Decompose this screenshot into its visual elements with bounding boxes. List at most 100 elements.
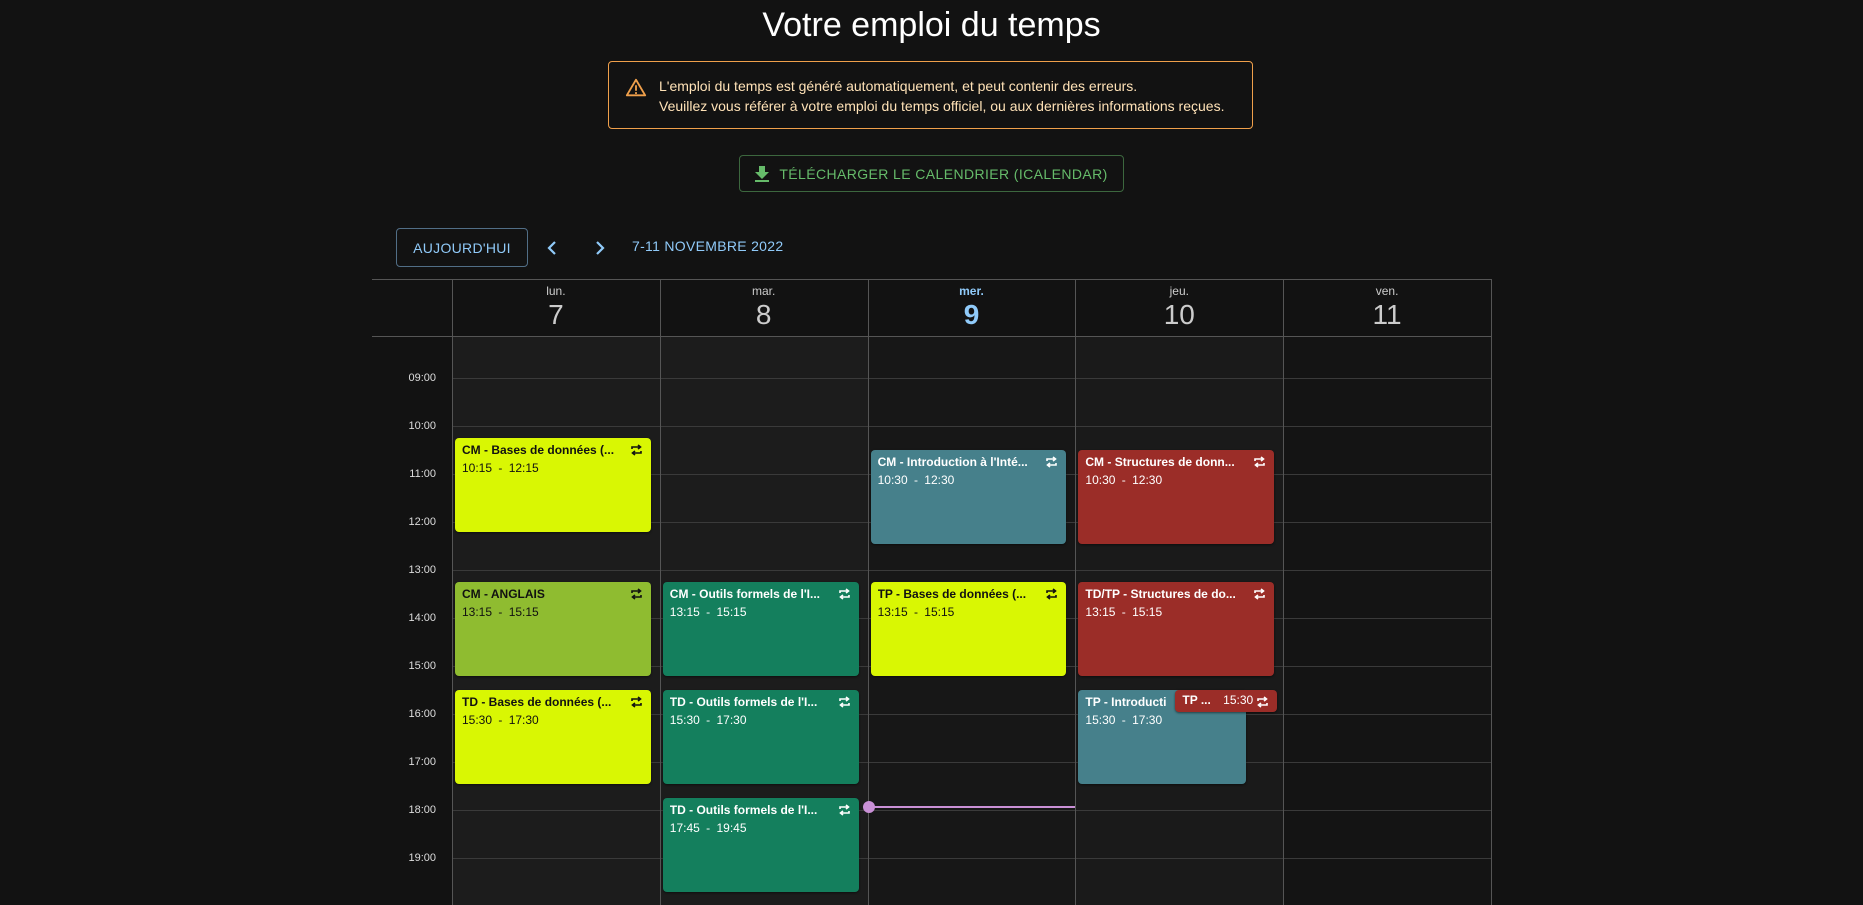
event-end: 17:30	[716, 713, 747, 727]
event-title: TD - Outils formels de l'I...	[669, 695, 818, 709]
course-event[interactable]: TD - Bases de données (... 15:30 - 17:30	[455, 690, 651, 784]
day-name: ven.	[1375, 284, 1399, 298]
hour-label: 14:00	[408, 612, 436, 624]
chevron-left-icon	[547, 241, 556, 255]
event-title: CM - ANGLAIS	[462, 587, 545, 601]
repeat-icon	[838, 696, 850, 708]
hour-gridline	[452, 570, 1492, 571]
hour-label: 12:00	[408, 516, 436, 528]
repeat-icon	[1257, 696, 1268, 708]
today-button[interactable]: AUJOURD'HUI	[396, 228, 528, 267]
event-title: TP - Bases de données (...	[877, 587, 1027, 601]
warning-icon	[625, 78, 647, 97]
course-event[interactable]: CM - Bases de données (... 10:15 - 12:15	[455, 438, 651, 532]
event-time: 10:15 - 12:15	[462, 461, 644, 475]
repeat-icon	[1254, 588, 1265, 600]
hour-gridline	[452, 378, 1492, 379]
repeat-icon	[1046, 456, 1058, 468]
event-end: 15:15	[924, 605, 955, 619]
event-start: 13:15	[462, 605, 493, 619]
current-time-dot	[862, 801, 875, 813]
hour-label: 10:00	[408, 420, 436, 432]
event-time: 15:30 - 17:30	[462, 713, 644, 727]
day-date: 11	[1372, 299, 1402, 330]
repeat-icon	[838, 804, 850, 816]
repeat-icon	[838, 588, 850, 600]
event-end: 15:15	[716, 605, 747, 619]
event-title: CM - Bases de données (...	[462, 443, 615, 457]
time-separator: -	[699, 605, 717, 619]
event-time: 15:30 - 17:30	[1085, 713, 1239, 727]
event-time: 15:30 - 17:30	[670, 713, 852, 727]
next-week-button[interactable]	[584, 232, 616, 264]
hour-label: 17:00	[408, 756, 436, 768]
repeat-icon	[1046, 588, 1058, 600]
hour-label: 11:00	[409, 468, 436, 480]
event-time: 13:15 - 15:15	[1085, 605, 1267, 619]
event-time: 10:30 - 12:30	[878, 473, 1060, 487]
day-name: mer.	[959, 284, 984, 298]
course-event[interactable]: CM - Structures de donn... 10:30 - 12:30	[1078, 450, 1275, 544]
event-start: 15:30	[1085, 713, 1116, 727]
day-header[interactable]: mer. 9	[868, 279, 1076, 331]
column-separator	[659, 279, 661, 905]
repeat-icon	[1254, 456, 1265, 468]
time-separator: -	[1115, 605, 1133, 619]
day-name: lun.	[546, 284, 566, 298]
previous-week-button[interactable]	[536, 232, 568, 264]
time-separator: -	[699, 821, 717, 835]
event-title: TD - Outils formels de l'I...	[669, 803, 818, 817]
time-separator: -	[1115, 713, 1133, 727]
week-calendar: lun. 7 mar. 8 mer. 9 jeu. 10 ven. 11 09:00 10:00 11:…	[372, 279, 1492, 905]
course-event[interactable]: TD - Outils formels de l'I... 17:45 - 19:…	[662, 798, 859, 892]
event-time: 13:15 - 15:15	[462, 605, 644, 619]
time-separator: -	[492, 461, 509, 475]
time-separator: -	[907, 605, 925, 619]
day-date: 7	[548, 299, 564, 330]
course-event[interactable]: CM - Outils formels de l'I... 13:15 - 15:…	[662, 582, 859, 676]
event-start: 15:30	[462, 713, 493, 727]
event-end: 15:15	[508, 605, 539, 619]
course-event[interactable]: TP ... 15:30	[1175, 690, 1278, 712]
column-separator	[1491, 279, 1492, 905]
course-event[interactable]: TP - Bases de données (... 13:15 - 15:15	[870, 582, 1067, 676]
hour-label: 09:00	[408, 372, 436, 384]
event-start: 10:15	[462, 461, 493, 475]
course-event[interactable]: TD/TP - Structures de do... 13:15 - 15:15	[1078, 582, 1275, 676]
time-separator: -	[492, 713, 509, 727]
day-header[interactable]: mar. 8	[660, 279, 868, 331]
event-start: 17:45	[669, 821, 700, 835]
column-separator	[1075, 279, 1077, 905]
day-header[interactable]: ven. 11	[1283, 279, 1491, 331]
download-icon	[755, 165, 770, 182]
day-header[interactable]: jeu. 10	[1075, 279, 1283, 331]
hour-gridline	[452, 426, 1492, 427]
header-bottom-border	[372, 336, 1492, 337]
course-event[interactable]: CM - ANGLAIS 13:15 - 15:15	[455, 582, 651, 676]
day-header[interactable]: lun. 7	[452, 279, 660, 331]
event-start: 13:15	[1085, 605, 1116, 619]
course-event[interactable]: TD - Outils formels de l'I... 15:30 - 17:…	[662, 690, 859, 784]
event-start: 10:30	[1085, 473, 1116, 487]
hour-label: 15:00	[408, 660, 436, 672]
current-time-line	[867, 806, 1076, 808]
day-date: 10	[1163, 299, 1195, 330]
event-time: 13:15 - 15:15	[670, 605, 852, 619]
event-time: 13:15 - 15:15	[878, 605, 1060, 619]
column-separator	[1283, 279, 1285, 905]
auto-generated-warning: L'emploi du temps est généré automatique…	[608, 61, 1253, 129]
day-name: jeu.	[1169, 284, 1189, 298]
event-end: 12:15	[508, 461, 539, 475]
day-column	[1283, 336, 1491, 905]
column-separator	[452, 279, 453, 905]
event-end: 17:30	[1132, 713, 1163, 727]
warning-line-1: L'emploi du temps est généré automatique…	[659, 78, 1138, 94]
event-title: CM - Outils formels de l'I...	[669, 587, 821, 601]
event-end: 12:30	[924, 473, 955, 487]
time-separator: -	[907, 473, 925, 487]
download-calendar-button[interactable]: TÉLÉCHARGER LE CALENDRIER (ICALENDAR)	[739, 155, 1124, 192]
event-start: 13:15	[877, 605, 908, 619]
hour-gridline	[452, 858, 1492, 859]
course-event[interactable]: CM - Introduction à l'Inté... 10:30 - 12:…	[870, 450, 1067, 544]
event-time: 17:45 - 19:45	[670, 821, 852, 835]
